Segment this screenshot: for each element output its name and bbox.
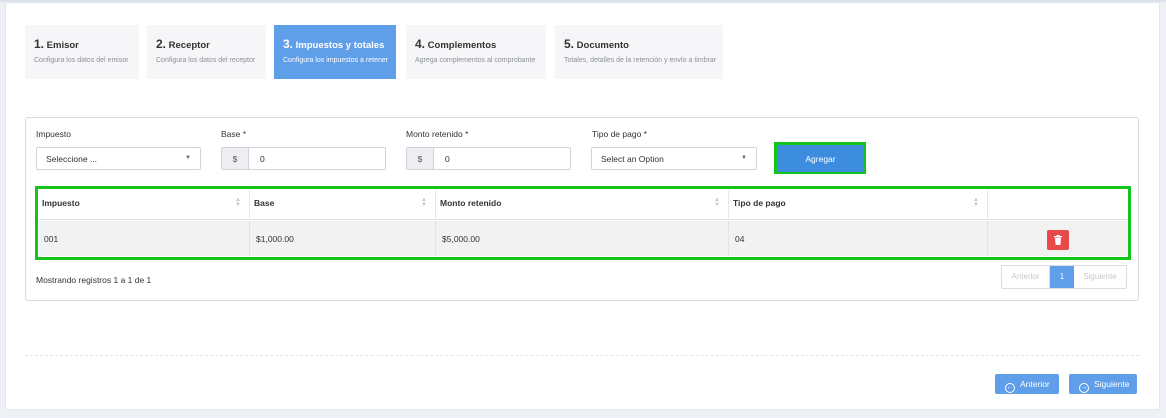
impuesto-select-value: Seleccione ... <box>46 154 98 164</box>
step-title: Complementos <box>427 40 497 51</box>
siguiente-button[interactable]: → Siguiente <box>1069 374 1137 394</box>
base-value: 0 <box>260 154 265 164</box>
step-complementos[interactable]: 4. Complementos Agrega complementos al c… <box>406 25 546 79</box>
tipo-pago-label: Tipo de pago * <box>592 129 647 139</box>
arrow-left-circle-icon: ← <box>1005 383 1015 393</box>
base-input[interactable]: $ 0 <box>221 147 386 170</box>
step-documento[interactable]: 5. Documento Totales, detalles de la ret… <box>555 25 723 79</box>
monto-input[interactable]: $ 0 <box>406 147 571 170</box>
step-impuestos[interactable]: 3. Impuestos y totales Configura los imp… <box>274 25 396 79</box>
pagination-prev[interactable]: Anterior <box>1002 266 1050 288</box>
step-title: Impuestos y totales <box>295 40 385 51</box>
currency-addon: $ <box>222 148 249 169</box>
impuesto-select[interactable]: Seleccione ... ▼ <box>36 147 201 170</box>
tipo-pago-select[interactable]: Select an Option ▼ <box>591 147 757 170</box>
impuesto-label: Impuesto <box>36 129 71 139</box>
step-number: 3. <box>283 37 294 51</box>
step-subtitle: Agrega complementos al comprobante <box>415 57 536 64</box>
caret-down-icon: ▼ <box>185 155 191 161</box>
step-number: 2. <box>156 37 167 51</box>
step-number: 1. <box>34 37 45 51</box>
pagination-next[interactable]: Siguiente <box>1074 266 1126 288</box>
step-number: 5. <box>564 37 575 51</box>
siguiente-label: Siguiente <box>1094 379 1130 389</box>
step-subtitle: Configura los impuestos a retener <box>283 57 389 64</box>
arrow-right-circle-icon: → <box>1079 383 1089 393</box>
currency-addon: $ <box>407 148 434 169</box>
agregar-button[interactable]: Agregar <box>777 145 864 172</box>
divider <box>25 355 1139 356</box>
step-title: Receptor <box>168 40 210 51</box>
caret-down-icon: ▼ <box>741 155 747 161</box>
step-title: Emisor <box>46 40 79 51</box>
pagination-page[interactable]: 1 <box>1050 266 1074 288</box>
base-label: Base * <box>221 129 247 139</box>
step-emisor[interactable]: 1. Emisor Configura los datos del emisor <box>25 25 139 79</box>
step-subtitle: Configura los datos del receptor <box>156 57 256 64</box>
anterior-button[interactable]: ← Anterior <box>995 374 1059 394</box>
step-receptor[interactable]: 2. Receptor Configura los datos del rece… <box>147 25 266 79</box>
monto-label: Monto retenido * <box>406 129 469 139</box>
monto-value: 0 <box>445 154 450 164</box>
step-subtitle: Totales, detalles de la retención y enví… <box>564 57 717 64</box>
pagination: Anterior 1 Siguiente <box>1001 265 1127 289</box>
step-number: 4. <box>415 37 426 51</box>
anterior-label: Anterior <box>1020 379 1050 389</box>
table-highlight <box>35 186 1131 260</box>
pagination-info: Mostrando registros 1 a 1 de 1 <box>36 275 152 285</box>
tipo-pago-select-value: Select an Option <box>601 154 664 164</box>
step-title: Documento <box>576 40 629 51</box>
step-subtitle: Configura los datos del emisor <box>34 57 129 64</box>
